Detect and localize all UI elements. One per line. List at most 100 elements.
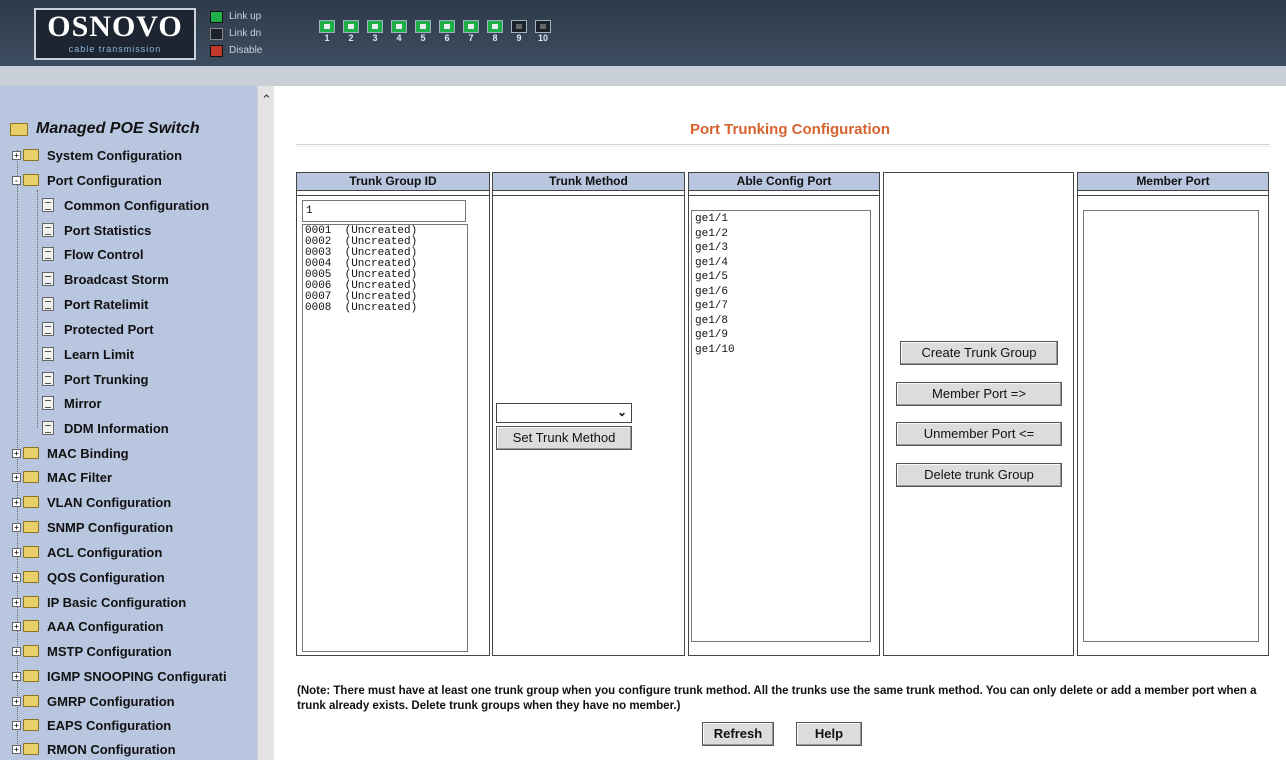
help-button[interactable]: Help (796, 722, 862, 746)
port-1[interactable]: 1 (316, 20, 338, 44)
expand-icon[interactable]: + (12, 572, 21, 582)
port-number: 7 (468, 33, 474, 43)
port-number: 3 (372, 33, 378, 43)
folder-icon (23, 149, 39, 161)
sidebar-item-eaps-configuration[interactable]: + EAPS Configuration (12, 714, 171, 736)
expand-icon[interactable]: + (12, 448, 21, 458)
port-8[interactable]: 8 (484, 20, 506, 44)
port-2[interactable]: 2 (340, 20, 362, 44)
create-trunk-group-button[interactable]: Create Trunk Group (900, 341, 1058, 365)
sidebar-item-port-ratelimit[interactable]: Port Ratelimit (42, 293, 149, 315)
port-number: 2 (348, 33, 354, 43)
sidebar-item-label: DDM Information (64, 420, 169, 436)
sidebar-item-ddm-information[interactable]: DDM Information (42, 417, 169, 439)
page-icon (42, 372, 54, 386)
port-7[interactable]: 7 (460, 20, 482, 44)
able-port-list[interactable]: ge1/1 ge1/2 ge1/3 ge1/4 ge1/5 ge1/6 ge1/… (691, 210, 871, 642)
sidebar-item-vlan-configuration[interactable]: + VLAN Configuration (12, 491, 171, 513)
unmember-port-button[interactable]: Unmember Port <= (896, 422, 1062, 446)
expand-icon[interactable]: + (12, 671, 21, 681)
list-item[interactable]: ge1/4 (695, 257, 867, 273)
expand-icon[interactable]: + (12, 522, 21, 532)
sidebar-item-qos-configuration[interactable]: + QOS Configuration (12, 566, 165, 588)
expand-icon[interactable]: + (12, 497, 21, 507)
expand-icon[interactable]: + (12, 744, 21, 754)
list-item[interactable]: ge1/9 (695, 330, 867, 345)
sidebar-item-igmp-snooping-configuration[interactable]: + IGMP SNOOPING Configurati (12, 665, 256, 687)
expand-icon[interactable]: + (12, 646, 21, 656)
list-item[interactable]: ge1/3 (695, 243, 867, 258)
refresh-button[interactable]: Refresh (702, 722, 774, 746)
sidebar-item-label: Mirror (64, 395, 102, 411)
set-trunk-method-button[interactable]: Set Trunk Method (496, 426, 632, 450)
sidebar-item-port-trunking[interactable]: Port Trunking (42, 368, 149, 390)
trunk-method-select[interactable]: ⌄ (496, 403, 632, 423)
page-icon (42, 421, 54, 435)
list-item[interactable]: ge1/6 (695, 286, 867, 302)
sidebar-item-label: IP Basic Configuration (47, 594, 187, 610)
sidebar-item-common-configuration[interactable]: Common Configuration (42, 194, 209, 216)
port-4[interactable]: 4 (388, 20, 410, 44)
tree-root[interactable]: Managed POE Switch (10, 120, 200, 138)
sidebar-item-aaa-configuration[interactable]: + AAA Configuration (12, 615, 164, 637)
sidebar-item-mstp-configuration[interactable]: + MSTP Configuration (12, 640, 172, 662)
list-item[interactable]: ge1/2 (695, 228, 867, 244)
member-port-button[interactable]: Member Port => (896, 382, 1062, 406)
port-5[interactable]: 5 (412, 20, 434, 44)
expand-icon[interactable]: + (12, 472, 21, 482)
folder-icon (23, 571, 39, 583)
sidebar-item-acl-configuration[interactable]: + ACL Configuration (12, 541, 162, 563)
port-icon (391, 20, 407, 33)
sidebar-item-snmp-configuration[interactable]: + SNMP Configuration (12, 516, 173, 538)
legend-link-up: Link up (210, 8, 262, 25)
scroll-up-icon[interactable]: ⌃ (258, 92, 275, 108)
column-header: Trunk Group ID (297, 173, 489, 191)
port-icon (367, 20, 383, 33)
sidebar-item-port-configuration[interactable]: - Port Configuration (12, 169, 162, 191)
port-icon (463, 20, 479, 33)
trunk-group-id-input[interactable]: 1 (302, 200, 466, 222)
port-number: 5 (420, 33, 426, 43)
sidebar-item-gmrp-configuration[interactable]: + GMRP Configuration (12, 690, 175, 712)
delete-trunk-group-button[interactable]: Delete trunk Group (896, 463, 1062, 487)
sidebar-item-mac-filter[interactable]: + MAC Filter (12, 466, 112, 488)
expand-icon[interactable]: + (12, 696, 21, 706)
port-icon (415, 20, 431, 33)
collapse-icon[interactable]: - (12, 175, 21, 185)
port-number: 1 (324, 33, 330, 43)
column-header: Able Config Port (689, 173, 879, 191)
list-item[interactable]: ge1/1 (695, 214, 867, 229)
expand-icon[interactable]: + (12, 720, 21, 730)
sidebar-item-label: Port Configuration (47, 172, 162, 188)
sidebar-item-rmon-configuration[interactable]: + RMON Configuration (12, 738, 176, 760)
expand-icon[interactable]: + (12, 621, 21, 631)
list-item[interactable]: ge1/7 (695, 301, 867, 316)
trunk-group-list[interactable]: 0001 (Uncreated) 0002 (Uncreated) 0003 (… (302, 224, 468, 652)
list-item[interactable]: ge1/10 (695, 344, 867, 360)
expand-icon[interactable]: + (12, 150, 21, 160)
logo-title: OSNOVO (47, 10, 183, 43)
list-item[interactable]: ge1/8 (695, 315, 867, 331)
sidebar-item-mirror[interactable]: Mirror (42, 392, 102, 414)
sidebar-item-ip-basic-configuration[interactable]: + IP Basic Configuration (12, 591, 186, 613)
port-6[interactable]: 6 (436, 20, 458, 44)
sidebar-item-protected-port[interactable]: Protected Port (42, 318, 154, 340)
disable-icon (210, 44, 223, 57)
list-item[interactable]: 0008 (Uncreated) (305, 303, 465, 314)
expand-icon[interactable]: + (12, 597, 21, 607)
sidebar-item-port-statistics[interactable]: Port Statistics (42, 219, 151, 241)
sidebar-item-broadcast-storm[interactable]: Broadcast Storm (42, 268, 169, 290)
sidebar-item-system-configuration[interactable]: + System Configuration (12, 144, 182, 166)
port-9[interactable]: 9 (508, 20, 530, 44)
sidebar-item-learn-limit[interactable]: Learn Limit (42, 343, 134, 365)
sidebar-item-mac-binding[interactable]: + MAC Binding (12, 442, 129, 464)
member-port-list[interactable] (1083, 210, 1259, 642)
port-3[interactable]: 3 (364, 20, 386, 44)
folder-icon (23, 471, 39, 483)
port-10[interactable]: 10 (532, 20, 554, 44)
sidebar-item-flow-control[interactable]: Flow Control (42, 243, 143, 265)
list-item[interactable]: ge1/5 (695, 272, 867, 287)
folder-icon (23, 719, 39, 731)
expand-icon[interactable]: + (12, 547, 21, 557)
sidebar-scrollbar[interactable]: ⌃ (257, 86, 274, 760)
